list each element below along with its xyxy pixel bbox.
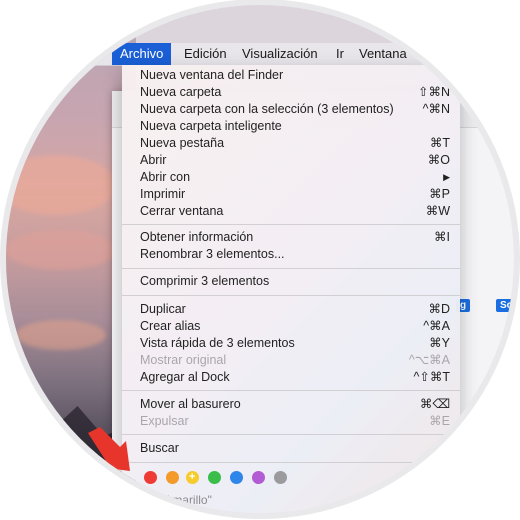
menu-item-label: Nueva carpeta inteligente xyxy=(140,119,282,133)
menu-item-compress[interactable]: Comprimir 3 elementos xyxy=(122,273,460,290)
finder-file-label[interactable]: So xyxy=(496,299,514,312)
menu-item-duplicate[interactable]: Duplicar ⌘D xyxy=(122,301,460,318)
menu-item-label: Renombrar 3 elementos... xyxy=(140,247,285,261)
cloud xyxy=(6,155,116,215)
tag-yellow[interactable]: + xyxy=(186,471,199,484)
menu-item-label: Vista rápida de 3 elementos xyxy=(140,336,295,350)
menu-item-shortcut: ^⌘A xyxy=(423,319,450,333)
archivo-dropdown-menu: Nueva ventana del Finder ⌘ Nueva carpeta… xyxy=(122,65,460,513)
menu-separator xyxy=(122,268,460,269)
menu-item-label: Nueva carpeta con la selección (3 elemen… xyxy=(140,102,394,116)
menu-item-show-original: Mostrar original ^⌥⌘A xyxy=(122,352,460,369)
menu-separator xyxy=(122,295,460,296)
tag-gray[interactable] xyxy=(274,471,287,484)
menu-item-shortcut: ⌘ xyxy=(437,441,451,455)
menu-item-print[interactable]: Imprimir ⌘P xyxy=(122,186,460,203)
menu-separator xyxy=(122,462,460,463)
menu-item-shortcut: ^⌘N xyxy=(422,102,450,116)
menu-item-label: Nueva pestaña xyxy=(140,136,225,150)
cloud xyxy=(6,230,116,270)
menu-item-shortcut: ⌘⌫ xyxy=(419,397,450,411)
menu-ventana[interactable]: Ventana xyxy=(351,43,415,65)
menu-item-quick-look[interactable]: Vista rápida de 3 elementos ⌘Y xyxy=(122,335,460,352)
menu-item-open-with[interactable]: Abrir con ▶ xyxy=(122,169,460,186)
menu-item-label: Duplicar xyxy=(140,302,186,316)
tag-orange[interactable] xyxy=(166,471,179,484)
menu-separator xyxy=(122,224,460,225)
plus-icon: + xyxy=(189,471,196,483)
menu-separator xyxy=(122,434,460,435)
menu-item-label: Imprimir xyxy=(140,187,186,201)
menu-item-get-info[interactable]: Obtener información ⌘I xyxy=(122,229,460,246)
tag-green[interactable] xyxy=(208,471,221,484)
menu-item-shortcut: ⌘P xyxy=(429,187,450,201)
menu-item-label: Comprimir 3 elementos xyxy=(140,274,270,288)
menu-item-label: Abrir xyxy=(140,153,167,167)
tag-caption: car "Amarillo" xyxy=(140,493,212,507)
menu-item-new-finder-window[interactable]: Nueva ventana del Finder ⌘ xyxy=(122,67,460,84)
menu-item-label: Nueva ventana del Finder xyxy=(140,68,284,82)
menu-item-label: Nueva carpeta xyxy=(140,85,222,99)
menu-ir[interactable]: Ir xyxy=(328,43,352,65)
submenu-arrow-icon: ▶ xyxy=(443,172,450,182)
menu-item-add-to-dock[interactable]: Agregar al Dock ^⇧⌘T xyxy=(122,369,460,386)
tag-purple[interactable] xyxy=(252,471,265,484)
menu-edicion[interactable]: Edición xyxy=(176,43,235,65)
menu-item-shortcut: ⌘I xyxy=(434,230,450,244)
red-arrow-icon xyxy=(88,427,130,471)
menu-bar: Archivo Edición Visualización Ir Ventana xyxy=(6,43,514,66)
menu-archivo[interactable]: Archivo xyxy=(112,43,172,65)
menu-item-shortcut: ^⌥⌘A xyxy=(408,353,450,367)
menu-item-shortcut: ⌘ xyxy=(437,68,451,82)
menu-item-find[interactable]: Buscar ⌘ xyxy=(122,440,460,457)
menu-item-open[interactable]: Abrir ⌘O xyxy=(122,152,460,169)
menu-item-new-tab[interactable]: Nueva pestaña ⌘T xyxy=(122,135,460,152)
menu-item-label: Obtener información xyxy=(140,230,254,244)
menu-item-make-alias[interactable]: Crear alias ^⌘A xyxy=(122,318,460,335)
tag-blue[interactable] xyxy=(230,471,243,484)
menu-item-label: Cerrar ventana xyxy=(140,204,224,218)
menu-item-shortcut: ⌘W xyxy=(425,204,450,218)
menu-item-shortcut: ⇧⌘N xyxy=(417,85,450,99)
menu-item-close-window[interactable]: Cerrar ventana ⌘W xyxy=(122,203,460,220)
menu-item-shortcut: ⌘T xyxy=(429,136,450,150)
menu-item-label: Abrir con xyxy=(140,170,191,184)
cloud xyxy=(16,320,106,350)
menu-item-shortcut: ⌘O xyxy=(427,153,450,167)
menu-item-label: Crear alias xyxy=(140,319,201,333)
menu-item-label: Mover al basurero xyxy=(140,397,241,411)
menu-item-new-folder[interactable]: Nueva carpeta ⇧⌘N xyxy=(122,84,460,101)
menu-item-new-folder-with-selection[interactable]: Nueva carpeta con la selección (3 elemen… xyxy=(122,101,460,118)
menu-visualizacion[interactable]: Visualización xyxy=(234,43,326,65)
menu-separator xyxy=(122,390,460,391)
menu-item-shortcut: ⌘Y xyxy=(429,336,450,350)
screenshot-circle-crop: g So Archivo Edición Visualización Ir Ve… xyxy=(6,5,514,513)
menu-item-shortcut: ^⇧⌘T xyxy=(413,370,450,384)
menu-item-label: Agregar al Dock xyxy=(140,370,230,384)
menu-item-rename[interactable]: Renombrar 3 elementos... xyxy=(122,246,460,263)
menu-item-shortcut: ⌘D xyxy=(428,302,450,316)
menu-item-new-smart-folder[interactable]: Nueva carpeta inteligente xyxy=(122,118,460,135)
menu-item-move-to-trash[interactable]: Mover al basurero ⌘⌫ xyxy=(122,396,460,413)
menu-item-label: Mostrar original xyxy=(140,353,227,367)
